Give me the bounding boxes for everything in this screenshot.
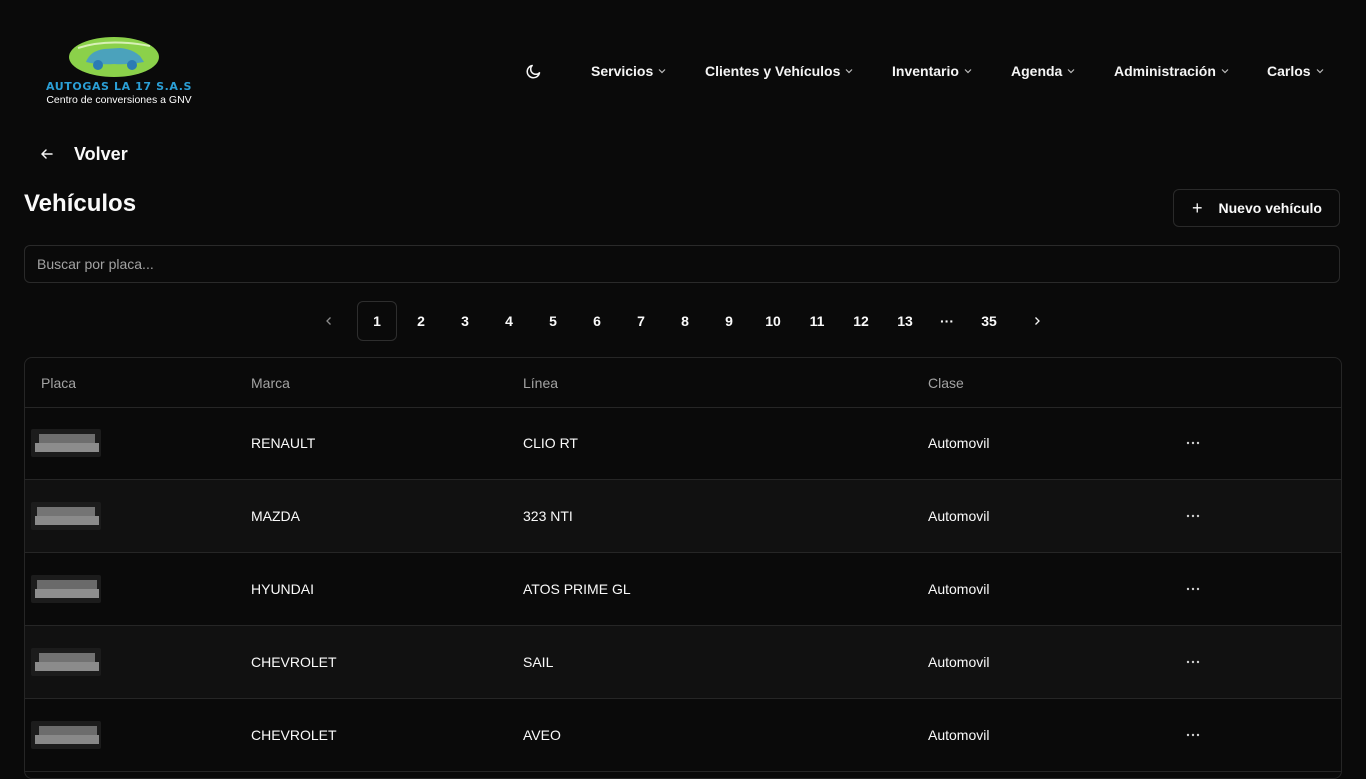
cell-linea: ATOS PRIME GL bbox=[523, 581, 631, 597]
pagination: 1 2 3 4 5 6 7 8 9 10 11 12 13 ··· 35 bbox=[0, 301, 1366, 341]
nav-label: Clientes y Vehículos bbox=[705, 63, 841, 79]
cell-linea: CLIO RT bbox=[523, 435, 578, 451]
nav-agenda[interactable]: Agenda bbox=[1011, 60, 1075, 82]
page-button-9[interactable]: 9 bbox=[709, 301, 749, 341]
table-row[interactable]: MAZDA 323 NTI Automovil bbox=[25, 480, 1341, 553]
chevron-down-icon bbox=[964, 69, 972, 74]
search-input[interactable] bbox=[24, 245, 1340, 283]
nav-administracion[interactable]: Administración bbox=[1114, 60, 1229, 82]
chevron-right-icon bbox=[1035, 317, 1040, 325]
table-row[interactable]: HYUNDAI ATOS PRIME GL Automovil bbox=[25, 553, 1341, 626]
nav-label: Agenda bbox=[1011, 63, 1063, 79]
page-button-13[interactable]: 13 bbox=[885, 301, 925, 341]
prev-page-button[interactable] bbox=[309, 301, 349, 341]
page-button-8[interactable]: 8 bbox=[665, 301, 705, 341]
column-header-placa: Placa bbox=[41, 375, 77, 391]
plate-value-redacted bbox=[31, 502, 101, 530]
car-logo-icon bbox=[69, 37, 159, 77]
more-horizontal-icon bbox=[1186, 660, 1200, 664]
chevron-down-icon bbox=[1316, 69, 1324, 74]
arrow-left-icon bbox=[41, 149, 53, 159]
column-header-marca: Marca bbox=[251, 375, 290, 391]
nav-user-menu[interactable]: Carlos bbox=[1267, 60, 1324, 82]
chevron-down-icon bbox=[1067, 69, 1075, 74]
nav-label: Carlos bbox=[1267, 63, 1311, 79]
company-logo[interactable]: AUTOGAS LA 17 S.A.S Centro de conversion… bbox=[36, 36, 196, 108]
page-button-10[interactable]: 10 bbox=[753, 301, 793, 341]
nav-label: Administración bbox=[1114, 63, 1216, 79]
nav-clientes-vehiculos[interactable]: Clientes y Vehículos bbox=[705, 60, 853, 82]
row-actions-button[interactable] bbox=[1183, 579, 1203, 599]
more-horizontal-icon bbox=[1186, 441, 1200, 445]
logo-tagline: Centro de conversiones a GNV bbox=[46, 94, 192, 106]
moon-icon bbox=[526, 64, 541, 79]
row-actions-button[interactable] bbox=[1183, 433, 1203, 453]
nav-label: Servicios bbox=[591, 63, 654, 79]
page-button-11[interactable]: 11 bbox=[797, 301, 837, 341]
cell-clase: Automovil bbox=[928, 654, 990, 670]
plate-value-redacted bbox=[31, 648, 101, 676]
cell-clase: Automovil bbox=[928, 581, 990, 597]
page-button-7[interactable]: 7 bbox=[621, 301, 661, 341]
nav-label: Inventario bbox=[892, 63, 959, 79]
more-horizontal-icon bbox=[1186, 733, 1200, 737]
cell-clase: Automovil bbox=[928, 508, 990, 524]
cell-clase: Automovil bbox=[928, 435, 990, 451]
pagination-ellipsis: ··· bbox=[940, 313, 954, 329]
table-row[interactable]: CHEVROLET SAIL Automovil bbox=[25, 626, 1341, 699]
page-title: Vehículos bbox=[24, 190, 137, 217]
new-vehicle-button[interactable]: + Nuevo vehículo bbox=[1173, 189, 1340, 227]
more-horizontal-icon bbox=[1186, 514, 1200, 518]
plate-value-redacted bbox=[31, 429, 101, 457]
table-row[interactable]: RENAULT CLIO RT Automovil bbox=[25, 407, 1341, 480]
more-horizontal-icon bbox=[1186, 587, 1200, 591]
cell-marca: MAZDA bbox=[251, 508, 300, 524]
chevron-down-icon bbox=[1221, 69, 1229, 74]
plus-icon: + bbox=[1192, 197, 1203, 218]
table-row[interactable]: CHEVROLET AVEO Automovil bbox=[25, 699, 1341, 772]
back-link[interactable]: Volver bbox=[38, 142, 128, 166]
column-header-linea: Línea bbox=[523, 375, 559, 391]
chevron-left-icon bbox=[326, 317, 331, 325]
page-button-6[interactable]: 6 bbox=[577, 301, 617, 341]
nav-servicios[interactable]: Servicios bbox=[591, 60, 666, 82]
cell-marca: CHEVROLET bbox=[251, 727, 337, 743]
row-actions-button[interactable] bbox=[1183, 652, 1203, 672]
vehicles-table: Placa Marca Línea Clase RENAULT CLIO RT … bbox=[24, 357, 1342, 779]
nav-inventario[interactable]: Inventario bbox=[892, 60, 972, 82]
page-button-3[interactable]: 3 bbox=[445, 301, 485, 341]
logo-title: AUTOGAS LA 17 S.A.S bbox=[45, 80, 193, 93]
cell-marca: RENAULT bbox=[251, 435, 316, 451]
page-button-5[interactable]: 5 bbox=[533, 301, 573, 341]
back-label: Volver bbox=[74, 143, 128, 164]
page-button-2[interactable]: 2 bbox=[401, 301, 441, 341]
row-actions-button[interactable] bbox=[1183, 506, 1203, 526]
chevron-down-icon bbox=[658, 69, 666, 74]
theme-toggle[interactable] bbox=[524, 61, 544, 81]
page-button-4[interactable]: 4 bbox=[489, 301, 529, 341]
cell-linea: 323 NTI bbox=[523, 508, 573, 524]
cell-marca: HYUNDAI bbox=[251, 581, 315, 597]
plate-value-redacted bbox=[31, 575, 101, 603]
page-button-35[interactable]: 35 bbox=[969, 301, 1009, 341]
next-page-button[interactable] bbox=[1017, 301, 1057, 341]
page-button-12[interactable]: 12 bbox=[841, 301, 881, 341]
chevron-down-icon bbox=[845, 69, 853, 74]
cell-linea: SAIL bbox=[523, 654, 554, 670]
row-actions-button[interactable] bbox=[1183, 725, 1203, 745]
table-header: Placa Marca Línea Clase bbox=[25, 358, 1341, 408]
page-button-1[interactable]: 1 bbox=[357, 301, 397, 341]
plate-value-redacted bbox=[31, 721, 101, 749]
cell-marca: CHEVROLET bbox=[251, 654, 337, 670]
cell-clase: Automovil bbox=[928, 727, 990, 743]
cell-linea: AVEO bbox=[523, 727, 561, 743]
column-header-clase: Clase bbox=[928, 375, 964, 391]
new-vehicle-label: Nuevo vehículo bbox=[1218, 200, 1322, 216]
top-header: AUTOGAS LA 17 S.A.S Centro de conversion… bbox=[0, 0, 1366, 130]
